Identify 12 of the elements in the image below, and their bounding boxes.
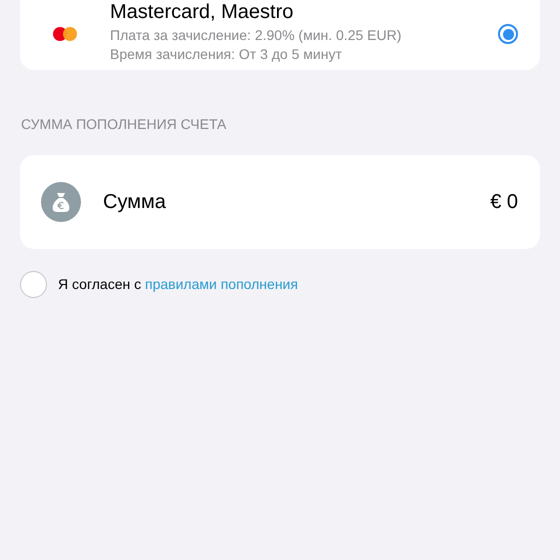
- card-logo-icon: [52, 26, 80, 42]
- amount-card[interactable]: Сумма € 0: [20, 155, 540, 249]
- section-header: СУММА ПОПОЛНЕНИЯ СЧЕТА: [21, 115, 226, 133]
- amount-value: € 0: [490, 190, 518, 215]
- radio-button[interactable]: [498, 24, 518, 44]
- fee-text: Плата за зачисление: 2.90% (мин. 0.25 EUR): [110, 26, 402, 45]
- money-bag-icon: [41, 182, 81, 222]
- amount-label: Сумма: [103, 190, 167, 215]
- time-text: Время зачисления: От 3 до 5 минут: [110, 45, 343, 64]
- agreement-text: Я согласен с правилами пополнения: [58, 275, 298, 294]
- agreement-checkbox[interactable]: [20, 271, 47, 298]
- payment-method-title: Mastercard, Maestro: [110, 0, 294, 24]
